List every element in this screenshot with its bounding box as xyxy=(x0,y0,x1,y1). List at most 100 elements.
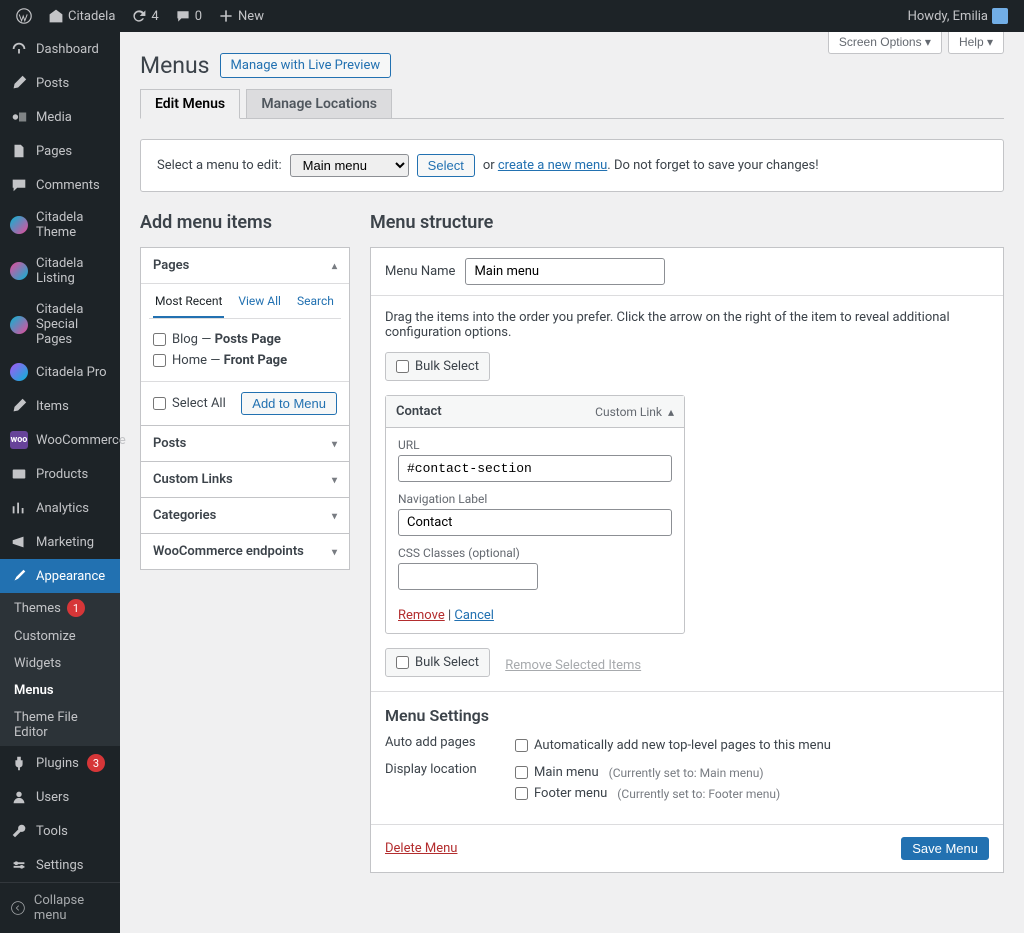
screen-meta: Screen Options ▾ Help ▾ xyxy=(828,32,1004,54)
css-label: CSS Classes (optional) xyxy=(398,546,672,560)
tab-manage-locations[interactable]: Manage Locations xyxy=(246,89,392,118)
updates[interactable]: 4 xyxy=(123,0,166,32)
citadela-icon xyxy=(10,262,28,280)
remove-selected-link[interactable]: Remove Selected Items xyxy=(505,658,641,673)
menu-dashboard-label: Dashboard xyxy=(36,42,99,57)
submenu-theme-editor[interactable]: Theme File Editor xyxy=(0,704,120,746)
tab-nav: Edit Menus Manage Locations xyxy=(140,89,1004,119)
delete-menu-link[interactable]: Delete Menu xyxy=(385,841,457,856)
menu-media[interactable]: Media xyxy=(0,100,120,134)
save-menu-button[interactable]: Save Menu xyxy=(901,837,989,860)
select-all-pages-check[interactable] xyxy=(153,397,166,410)
menu-citadela-listing-label: Citadela Listing xyxy=(36,256,110,286)
menu-media-label: Media xyxy=(36,110,72,125)
menu-citadela-theme[interactable]: Citadela Theme xyxy=(0,202,120,248)
appearance-submenu: Themes1 Customize Widgets Menus Theme Fi… xyxy=(0,593,120,746)
help-button[interactable]: Help ▾ xyxy=(948,32,1004,54)
menu-comments[interactable]: Comments xyxy=(0,168,120,202)
menu-tools-label: Tools xyxy=(36,824,68,839)
menu-appearance[interactable]: Appearance xyxy=(0,559,120,593)
pages-tab-search[interactable]: Search xyxy=(295,290,336,318)
manage-preview-button[interactable]: Manage with Live Preview xyxy=(220,53,392,78)
menu-settings-heading: Menu Settings xyxy=(385,706,989,725)
menu-items[interactable]: Items xyxy=(0,389,120,423)
menu-settings[interactable]: Settings xyxy=(0,848,120,882)
menu-name-label: Menu Name xyxy=(385,264,455,279)
menu-citadela-special[interactable]: Citadela Special Pages xyxy=(0,294,120,355)
menu-posts[interactable]: Posts xyxy=(0,66,120,100)
menu-woocommerce[interactable]: wooWooCommerce xyxy=(0,423,120,457)
accordion-custom-links-header[interactable]: Custom Links xyxy=(141,462,349,497)
cancel-item-link[interactable]: Cancel xyxy=(454,608,494,623)
menu-tools[interactable]: Tools xyxy=(0,814,120,848)
menu-marketing[interactable]: Marketing xyxy=(0,525,120,559)
site-name[interactable]: Citadela xyxy=(40,0,123,32)
menu-structure-heading: Menu structure xyxy=(370,212,1004,233)
loc-main-menu[interactable]: Main menu(Currently set to: Main menu) xyxy=(515,762,989,783)
menu-name-input[interactable] xyxy=(465,258,665,285)
screen-options-button[interactable]: Screen Options ▾ xyxy=(828,32,942,54)
wp-logo[interactable] xyxy=(8,0,40,32)
menu-select[interactable]: Main menu xyxy=(290,154,409,177)
remove-item-link[interactable]: Remove xyxy=(398,608,445,623)
menu-dashboard[interactable]: Dashboard xyxy=(0,32,120,66)
loc-footer-menu[interactable]: Footer menu(Currently set to: Footer men… xyxy=(515,783,989,804)
menu-analytics[interactable]: Analytics xyxy=(0,491,120,525)
add-to-menu-button[interactable]: Add to Menu xyxy=(241,392,337,415)
submenu-menus[interactable]: Menus xyxy=(0,677,120,704)
collapse-menu[interactable]: Collapse menu xyxy=(0,882,120,933)
woocommerce-icon: woo xyxy=(10,431,28,449)
pages-tab-all[interactable]: View All xyxy=(236,290,283,318)
submenu-customize[interactable]: Customize xyxy=(0,623,120,650)
menu-select-bar: Select a menu to edit: Main menu Select … xyxy=(140,139,1004,192)
bulk-select-top[interactable]: Bulk Select xyxy=(385,352,490,381)
nav-input[interactable] xyxy=(398,509,672,536)
bulk-select-bottom[interactable]: Bulk Select xyxy=(385,648,490,677)
page-item-home-check[interactable] xyxy=(153,354,166,367)
my-account[interactable]: Howdy, Emilia xyxy=(900,0,1016,32)
select-all-pages[interactable]: Select All xyxy=(153,393,226,414)
accordion-posts: Posts xyxy=(140,426,350,462)
menu-users[interactable]: Users xyxy=(0,780,120,814)
menu-citadela-theme-label: Citadela Theme xyxy=(36,210,110,240)
menu-posts-label: Posts xyxy=(36,76,69,91)
accordion-categories: Categories xyxy=(140,498,350,534)
create-menu-link[interactable]: create a new menu xyxy=(498,158,607,173)
nav-label: Navigation Label xyxy=(398,492,672,506)
tab-edit-menus[interactable]: Edit Menus xyxy=(140,89,240,119)
menu-citadela-pro[interactable]: Citadela Pro xyxy=(0,355,120,389)
menu-plugins[interactable]: Plugins 3 xyxy=(0,746,120,780)
menu-analytics-label: Analytics xyxy=(36,501,89,516)
menu-pages[interactable]: Pages xyxy=(0,134,120,168)
add-new[interactable]: New xyxy=(210,0,272,32)
submenu-widgets[interactable]: Widgets xyxy=(0,650,120,677)
select-menu-button[interactable]: Select xyxy=(417,154,475,177)
menu-marketing-label: Marketing xyxy=(36,535,94,550)
menu-settings-label: Settings xyxy=(36,858,83,873)
menu-plugins-label: Plugins xyxy=(36,756,79,771)
menu-products[interactable]: Products xyxy=(0,457,120,491)
menu-structure-box: Menu Name Drag the items into the order … xyxy=(370,247,1004,873)
plugins-badge: 3 xyxy=(87,754,105,772)
accordion-posts-header[interactable]: Posts xyxy=(141,426,349,461)
page-item-blog-check[interactable] xyxy=(153,333,166,346)
menu-comments-label: Comments xyxy=(36,178,100,193)
accordion-woo-header[interactable]: WooCommerce endpoints xyxy=(141,534,349,569)
page-item-home[interactable]: Home — Front Page xyxy=(153,350,337,371)
accordion-pages-header[interactable]: Pages xyxy=(141,248,349,284)
accordion-categories-header[interactable]: Categories xyxy=(141,498,349,533)
accordion-custom-links: Custom Links xyxy=(140,462,350,498)
citadela-icon xyxy=(10,316,28,334)
url-label: URL xyxy=(398,438,672,452)
menu-item-head[interactable]: Contact Custom Link ▴ xyxy=(386,396,684,428)
comments-count[interactable]: 0 xyxy=(167,0,210,32)
css-input[interactable] xyxy=(398,563,538,590)
page-item-blog[interactable]: Blog — Posts Page xyxy=(153,329,337,350)
menu-items-label: Items xyxy=(36,399,69,414)
submenu-themes[interactable]: Themes1 xyxy=(0,593,120,623)
chevron-up-icon xyxy=(332,258,337,273)
menu-citadela-special-label: Citadela Special Pages xyxy=(36,302,110,347)
menu-citadela-listing[interactable]: Citadela Listing xyxy=(0,248,120,294)
url-input[interactable] xyxy=(398,455,672,482)
pages-tab-recent[interactable]: Most Recent xyxy=(153,290,224,318)
